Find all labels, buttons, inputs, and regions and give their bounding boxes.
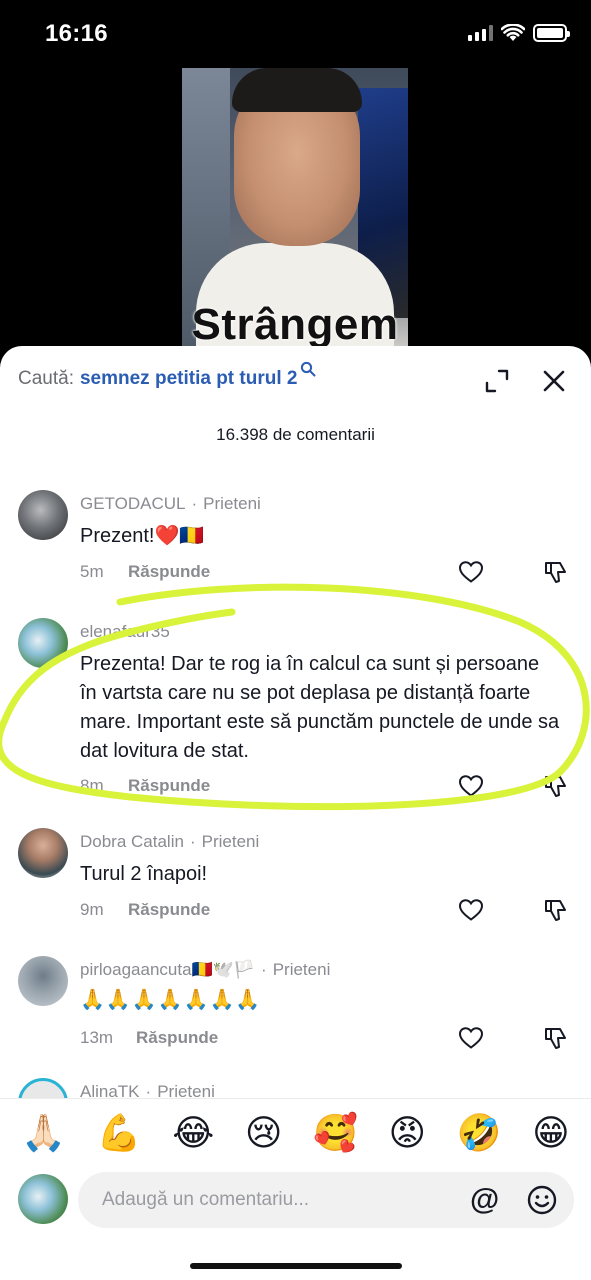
emoji-quick-bar: 🙏🏻 💪 😂 😢 🥰 😡 🤣 😁 <box>0 1098 591 1168</box>
comment-item: GETODACUL · Prieteni Prezent!❤️🇷🇴 5m Răspu… <box>0 490 591 590</box>
mention-icon[interactable]: @ <box>470 1184 499 1216</box>
comment-text: Prezenta! Dar te rog ia în calcul ca sun… <box>80 653 560 762</box>
avatar[interactable] <box>18 618 68 668</box>
comment-footer: 13m Răspunde <box>80 1028 218 1048</box>
reply-button[interactable]: Răspunde <box>128 562 210 582</box>
heart-icon[interactable] <box>458 898 484 922</box>
comment-username[interactable]: GETODACUL <box>80 494 186 513</box>
friend-badge: Prieteni <box>203 494 261 513</box>
my-avatar[interactable] <box>18 1174 68 1224</box>
comment-username[interactable]: Dobra Catalin <box>80 832 184 851</box>
comment-count: 16.398 de comentarii <box>216 425 375 444</box>
status-bar: 16:16 <box>0 0 591 70</box>
avatar[interactable] <box>18 828 68 878</box>
status-time: 16:16 <box>45 20 108 47</box>
reply-button[interactable]: Răspunde <box>128 900 210 920</box>
cellular-signal-icon <box>468 25 493 41</box>
avatar[interactable] <box>18 490 68 540</box>
emoji-praying-hands[interactable]: 🙏🏻 <box>21 1113 66 1154</box>
emoji-rofl[interactable]: 🤣 <box>457 1113 502 1154</box>
emoji-smiling-hearts[interactable]: 🥰 <box>313 1113 358 1154</box>
comment-meta: Dobra Catalin · Prieteni <box>80 832 260 851</box>
comment-footer: 5m Răspunde <box>80 562 210 582</box>
comment-input[interactable]: Adaugă un comentariu... @ <box>78 1172 574 1228</box>
heart-icon[interactable] <box>458 1026 484 1050</box>
comment-username[interactable]: elenafaur35 <box>80 622 170 641</box>
comment-footer: 8m Răspunde <box>80 776 210 796</box>
battery-icon <box>533 24 570 42</box>
dislike-icon[interactable] <box>543 897 569 923</box>
video-caption: Strângem <box>191 300 399 349</box>
comment-meta: pirloagaancuta🇷🇴🕊️🏳️ · Prieteni <box>80 960 331 979</box>
comment-text: Prezent!❤️🇷🇴 <box>80 525 205 547</box>
status-icons <box>468 24 570 42</box>
emoji-picker-icon[interactable] <box>526 1184 558 1216</box>
emoji-crying[interactable]: 😢 <box>245 1113 283 1154</box>
heart-icon[interactable] <box>458 560 484 584</box>
comment-item: Dobra Catalin · Prieteni Turul 2 înapoi! 9… <box>0 828 591 928</box>
dislike-icon[interactable] <box>543 1025 569 1051</box>
emoji-flexed-biceps[interactable]: 💪 <box>97 1113 142 1154</box>
emoji-tears-of-joy[interactable]: 😂 <box>172 1113 214 1154</box>
comment-text: Turul 2 înapoi! <box>80 863 208 885</box>
home-indicator <box>190 1263 402 1269</box>
comment-meta: elenafaur35 <box>80 622 170 642</box>
comment-time: 9m <box>80 900 104 919</box>
friend-badge: Prieteni <box>201 832 260 851</box>
comment-item: elenafaur35 Prezenta! Dar te rog ia în c… <box>0 618 591 808</box>
close-icon[interactable] <box>541 368 567 394</box>
dislike-icon[interactable] <box>543 773 569 799</box>
comment-placeholder: Adaugă un comentariu... <box>102 1189 310 1210</box>
comment-composer: Adaugă un comentariu... @ <box>0 1168 591 1236</box>
comment-item: pirloagaancuta🇷🇴🕊️🏳️ · Prieteni 🙏🙏🙏🙏🙏🙏🙏 13… <box>0 956 591 1056</box>
comment-text: 🙏🙏🙏🙏🙏🙏🙏 <box>80 989 262 1011</box>
search-suggestion[interactable]: Caută: semnez petitia pt turul 2 <box>18 361 316 390</box>
comments-sheet: Caută: semnez petitia pt turul 2 16.398 … <box>0 346 591 1280</box>
video-preview[interactable]: Strângem <box>182 68 408 358</box>
comment-time: 8m <box>80 776 104 795</box>
search-prefix: Caută: <box>18 368 74 389</box>
comment-meta: GETODACUL · Prieteni <box>80 494 261 513</box>
comment-time: 5m <box>80 562 104 581</box>
comment-username[interactable]: pirloagaancuta🇷🇴🕊️🏳️ <box>80 960 255 979</box>
comment-footer: 9m Răspunde <box>80 900 210 920</box>
friend-badge: Prieteni <box>272 960 331 979</box>
search-icon <box>301 361 316 377</box>
search-query-link[interactable]: semnez petitia pt turul 2 <box>80 368 297 390</box>
comment-time: 13m <box>80 1028 114 1047</box>
heart-icon[interactable] <box>458 774 484 798</box>
expand-icon[interactable] <box>484 368 510 394</box>
emoji-grinning[interactable]: 😁 <box>532 1113 570 1154</box>
reply-button[interactable]: Răspunde <box>128 776 210 796</box>
emoji-angry[interactable]: 😡 <box>389 1113 427 1154</box>
reply-button[interactable]: Răspunde <box>136 1028 218 1048</box>
wifi-icon <box>501 24 525 41</box>
avatar[interactable] <box>18 956 68 1006</box>
dislike-icon[interactable] <box>543 559 569 585</box>
